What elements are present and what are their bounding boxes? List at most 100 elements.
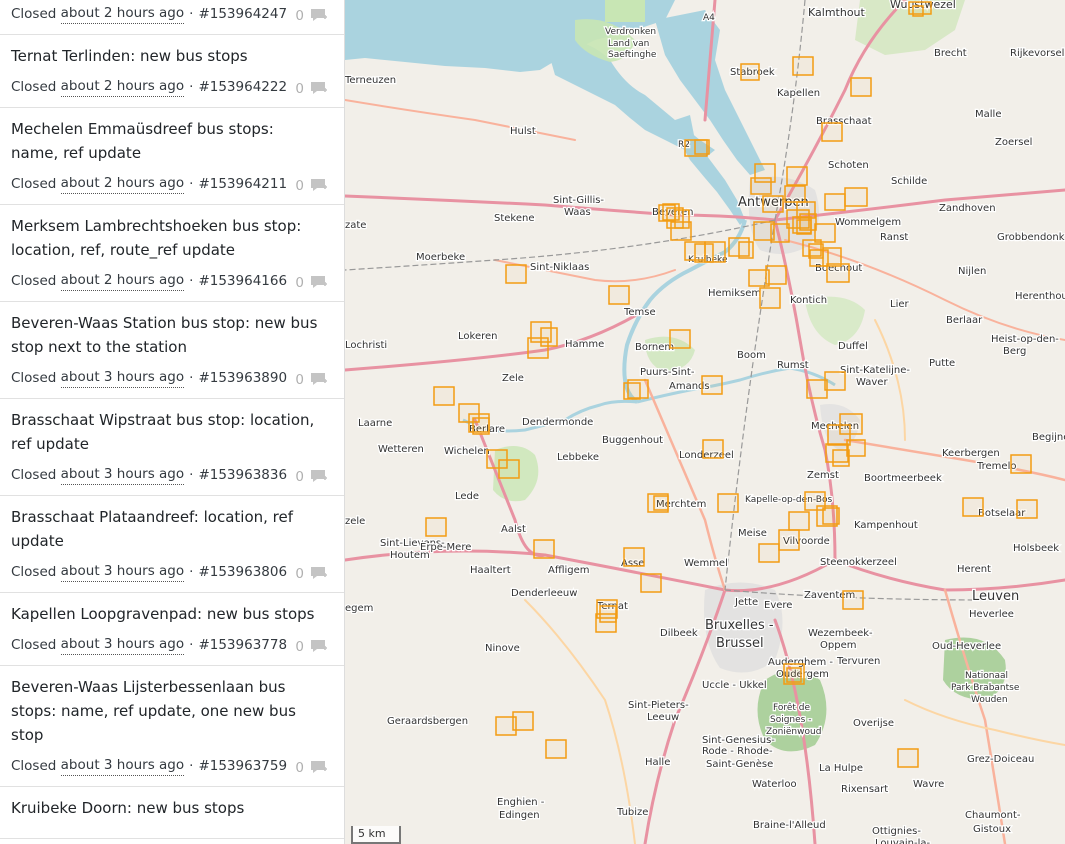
changeset-id[interactable]: #153964247 — [198, 4, 287, 24]
changeset-list-item[interactable]: Beveren-Waas Station bus stop: new bus s… — [0, 302, 344, 399]
changeset-bbox[interactable] — [844, 187, 868, 207]
changeset-bbox[interactable] — [758, 543, 780, 563]
changeset-title[interactable]: Mechelen Emmaüsdreef bus stops: name, re… — [11, 117, 333, 165]
changeset-bbox[interactable] — [821, 122, 843, 142]
changeset-bbox[interactable] — [897, 748, 919, 768]
changeset-bbox[interactable] — [846, 439, 866, 457]
changeset-bbox[interactable] — [788, 511, 810, 531]
changeset-title[interactable]: Beveren-Waas Station bus stop: new bus s… — [11, 311, 333, 359]
changeset-bbox[interactable] — [740, 63, 760, 81]
changeset-id[interactable]: #153964166 — [198, 271, 287, 291]
changeset-bbox[interactable] — [623, 547, 645, 567]
comment-icon — [310, 8, 328, 24]
changeset-title[interactable]: Beveren-Waas Lijsterbessenlaan bus stops… — [11, 675, 333, 747]
changeset-bbox[interactable] — [608, 285, 630, 305]
changeset-bbox[interactable] — [822, 507, 840, 525]
changeset-title[interactable]: Kapellen Loopgravenpad: new bus stops — [11, 602, 333, 626]
changeset-id[interactable]: #153963778 — [198, 635, 287, 655]
changeset-bbox[interactable] — [778, 529, 800, 551]
changeset-title[interactable]: Brasschaat Wipstraat bus stop: location,… — [11, 408, 333, 456]
changeset-id[interactable]: #153963890 — [198, 368, 287, 388]
map-view[interactable]: KalmthoutWuustwezelBrechtRijkevorselVerd… — [345, 0, 1065, 844]
changeset-bbox[interactable] — [759, 287, 781, 309]
changeset-bbox[interactable] — [472, 417, 490, 435]
changeset-list-item[interactable]: Brasschaat Wipstraat bus stop: location,… — [0, 399, 344, 496]
place-label-schilde: Schilde — [891, 176, 927, 187]
changeset-bbox[interactable] — [824, 371, 846, 391]
changeset-bbox[interactable] — [770, 223, 790, 243]
changeset-comments: 0 — [295, 566, 328, 582]
changeset-list-item[interactable]: Closed about 2 hours ago · #153964247 0 — [0, 0, 344, 35]
changeset-id[interactable]: #153963759 — [198, 756, 287, 776]
changeset-id[interactable]: #153963836 — [198, 465, 287, 485]
changeset-bbox[interactable] — [786, 667, 802, 683]
place-label-zele2: zele — [345, 516, 365, 527]
changeset-list-item[interactable]: Brasschaat Plataandreef: location, ref u… — [0, 496, 344, 593]
place-label-ottignies: Ottignies- — [872, 826, 921, 837]
changeset-bbox[interactable] — [425, 517, 447, 537]
changeset-bbox[interactable] — [701, 375, 723, 395]
changeset-bbox[interactable] — [653, 495, 669, 511]
place-label-tervuren: Tervuren — [836, 656, 880, 667]
changeset-list-item[interactable]: Merksem Lambrechtshoeken bus stop: locat… — [0, 205, 344, 302]
changeset-bbox[interactable] — [792, 56, 814, 76]
changeset-list-item[interactable]: Ternat Terlinden: new bus stops Closed a… — [0, 35, 344, 108]
changeset-id[interactable]: #153964211 — [198, 174, 287, 194]
changeset-bbox[interactable] — [809, 249, 829, 267]
changeset-bbox[interactable] — [694, 243, 714, 263]
changeset-bbox[interactable] — [717, 493, 739, 513]
place-label-louvainla: Louvain-la- — [875, 838, 931, 844]
place-label-wichelen: Wichelen — [444, 446, 490, 457]
changeset-bbox[interactable] — [505, 264, 527, 284]
place-label-holsbeek: Holsbeek — [1013, 543, 1059, 554]
changeset-bbox[interactable] — [623, 382, 641, 400]
changeset-bbox[interactable] — [527, 337, 549, 359]
changeset-title[interactable]: Kruibeke Doorn: new bus stops — [11, 796, 333, 820]
changeset-id[interactable]: #153963806 — [198, 562, 287, 582]
changeset-bbox[interactable] — [640, 573, 662, 593]
changeset-bbox[interactable] — [1010, 454, 1032, 474]
changeset-bbox[interactable] — [533, 539, 555, 559]
changeset-title[interactable]: Merksem Lambrechtshoeken bus stop: locat… — [11, 214, 333, 262]
changeset-bbox[interactable] — [806, 379, 828, 399]
changeset-bbox[interactable] — [658, 204, 676, 222]
changeset-bbox[interactable] — [694, 139, 710, 155]
changeset-bbox[interactable] — [669, 329, 691, 349]
comment-count: 0 — [295, 8, 304, 24]
changeset-bbox[interactable] — [750, 177, 772, 195]
changeset-bbox[interactable] — [670, 221, 692, 241]
changeset-bbox[interactable] — [850, 77, 872, 97]
changeset-bbox[interactable] — [512, 711, 534, 731]
changeset-bbox[interactable] — [842, 590, 864, 610]
changeset-bbox[interactable] — [962, 497, 984, 517]
changeset-bbox[interactable] — [784, 185, 806, 203]
changeset-time: about 3 hours ago — [60, 561, 185, 582]
changeset-bbox[interactable] — [762, 195, 784, 213]
place-label-laarne: Laarne — [358, 418, 392, 429]
changeset-time: about 3 hours ago — [60, 464, 185, 485]
changeset-bbox[interactable] — [796, 219, 812, 235]
changeset-bbox[interactable] — [702, 439, 724, 459]
place-label-edingen: Edingen — [499, 810, 540, 821]
comment-icon — [310, 81, 328, 97]
changeset-bbox[interactable] — [595, 613, 617, 633]
changeset-bbox[interactable] — [912, 5, 924, 17]
changeset-bbox[interactable] — [826, 263, 850, 283]
changeset-list-item[interactable]: Kapellen Loopgravenpad: new bus stops Cl… — [0, 593, 344, 666]
changeset-bbox[interactable] — [433, 386, 455, 406]
changeset-title[interactable]: Brasschaat Plataandreef: location, ref u… — [11, 505, 333, 553]
changeset-bbox[interactable] — [498, 459, 520, 479]
changeset-bbox[interactable] — [1016, 499, 1038, 519]
changeset-list-item[interactable]: Mechelen Emmaüsdreef bus stops: name, re… — [0, 108, 344, 205]
changeset-id[interactable]: #153964222 — [198, 77, 287, 97]
changeset-list-item[interactable]: Kruibeke Doorn: new bus stops — [0, 787, 344, 839]
changeset-title[interactable]: Ternat Terlinden: new bus stops — [11, 44, 333, 68]
changeset-list-item[interactable]: Beveren-Waas Lijsterbessenlaan bus stops… — [0, 666, 344, 787]
changeset-bbox[interactable] — [545, 739, 567, 759]
changeset-time: about 2 hours ago — [60, 3, 185, 24]
changeset-bbox[interactable] — [824, 193, 846, 211]
changeset-bbox[interactable] — [738, 241, 754, 259]
comment-count: 0 — [295, 372, 304, 388]
changeset-bbox[interactable] — [765, 265, 787, 285]
changeset-bbox[interactable] — [786, 166, 808, 186]
